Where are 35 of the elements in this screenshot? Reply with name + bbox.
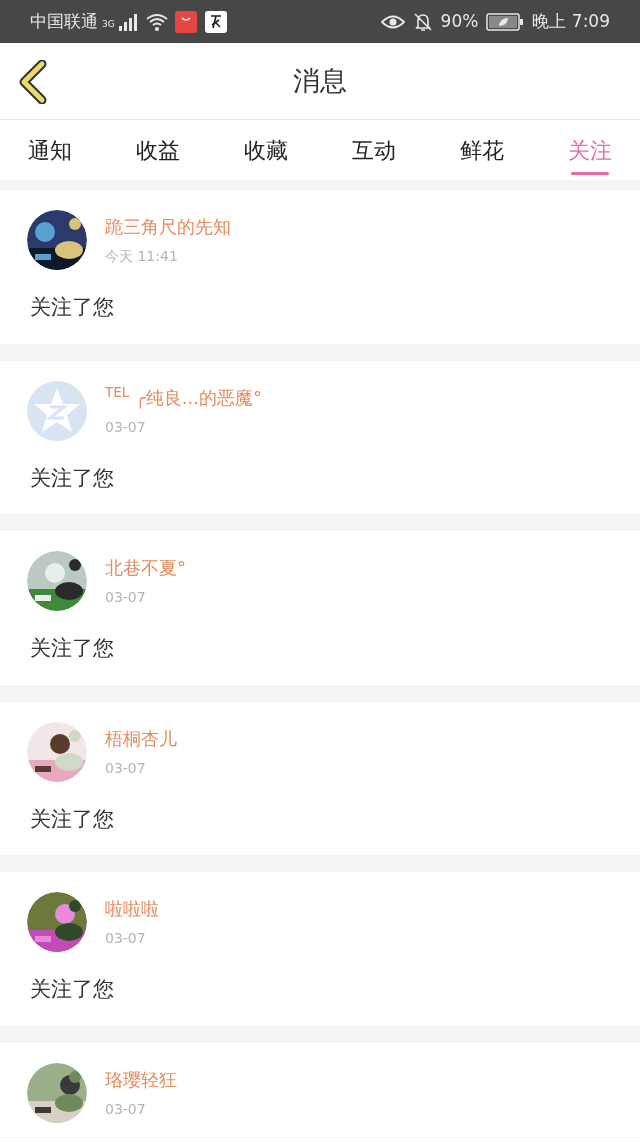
signal-icon: [118, 12, 137, 31]
message-text: 关注了您: [30, 294, 115, 321]
message-text: 关注了您: [30, 976, 115, 1003]
user-name: 梧桐杏儿: [105, 726, 177, 751]
star-avatar-icon: [27, 380, 87, 441]
user-name: 珞璎轻狂: [105, 1067, 177, 1092]
eye-icon: [380, 13, 405, 30]
message-text: 关注了您: [30, 635, 115, 662]
page-title: 消息: [293, 63, 347, 98]
battery-icon: [486, 12, 525, 31]
app-icon: [204, 10, 227, 33]
network-type: 3G: [102, 17, 115, 31]
message-time: 今天 11:41: [105, 247, 179, 266]
message-text: 关注了您: [30, 464, 115, 492]
message-text: 关注了您: [30, 805, 115, 833]
tab[interactable]: 通知: [28, 134, 72, 175]
tab[interactable]: 鲜花: [460, 134, 504, 175]
message-time: 03-07: [105, 1099, 147, 1119]
clock-time: 晚上 7:09: [532, 9, 610, 33]
tab[interactable]: 收藏: [244, 134, 288, 175]
user-name: 北巷不夏°: [105, 556, 186, 580]
message-time: 03-07: [105, 929, 147, 948]
user-name: 跪三角尺的先知: [105, 215, 231, 239]
shopping-app-icon: [174, 10, 197, 33]
message-time: 03-07: [105, 417, 147, 437]
user-name: 啦啦啦: [105, 897, 159, 921]
user-name: $^{TEL}$ ╭纯良...的恶魔°: [105, 383, 263, 411]
message-time: 03-07: [105, 588, 147, 607]
message-time: 03-07: [105, 758, 147, 778]
carrier-name: 中国联通: [30, 9, 98, 33]
tab[interactable]: 收益: [136, 134, 180, 175]
tab[interactable]: 互动: [352, 134, 396, 175]
battery-percent: 90%: [440, 9, 479, 33]
bell-off-icon: [412, 11, 433, 32]
wifi-icon: [144, 12, 169, 31]
